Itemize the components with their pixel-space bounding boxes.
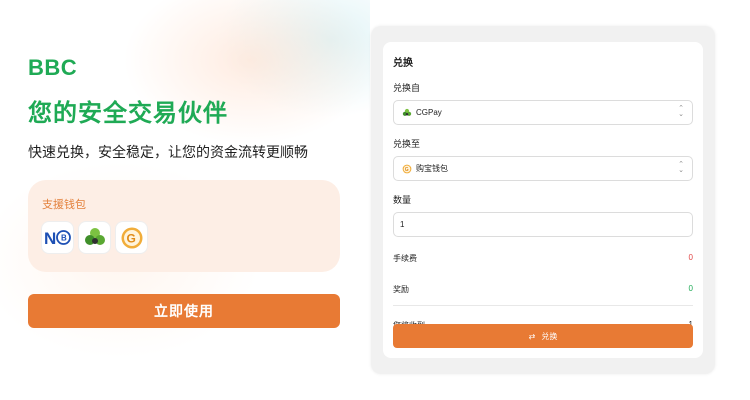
exchange-submit-button[interactable]: ⇄ 兑换	[393, 324, 693, 348]
fee-row: 手续费 0	[393, 253, 693, 264]
reward-value: 0	[688, 284, 693, 293]
cgpay-icon	[402, 108, 412, 116]
exchange-panel: 兑换 兑换自 CGPay ⌃⌄ 兑换至 G 购宝钱包 ⌃⌄ 数量 手	[383, 42, 703, 358]
amount-input[interactable]	[393, 212, 693, 237]
fee-value: 0	[688, 253, 693, 262]
fee-label: 手续费	[393, 254, 417, 263]
swap-arrows-icon: ⇄	[528, 331, 536, 341]
divider	[393, 305, 693, 306]
amount-label: 数量	[393, 195, 412, 205]
to-wallet-value: 购宝钱包	[416, 164, 448, 173]
exchange-submit-label: 兑换	[541, 331, 558, 341]
goubao-icon: G	[116, 222, 147, 253]
to-label: 兑换至	[393, 139, 421, 149]
goubao-icon: G	[402, 164, 412, 173]
reward-row: 奖励 0	[393, 284, 693, 295]
svg-text:G: G	[405, 166, 409, 172]
cgpay-icon	[79, 222, 110, 253]
brand-name: BBC	[28, 55, 78, 80]
from-wallet-select[interactable]: CGPay ⌃ ⌄	[393, 100, 693, 125]
from-label: 兑换自	[393, 83, 421, 93]
exchange-title: 兑换	[393, 58, 413, 69]
svg-text:G: G	[126, 231, 135, 245]
hero-section: BBC 您的安全交易伙伴 快速兑换，安全稳定，让您的资金流转更顺畅 支援钱包 N…	[28, 55, 348, 272]
exchange-panel-frame: 兑换 兑换自 CGPay ⌃⌄ 兑换至 G 购宝钱包 ⌃⌄ 数量 手	[371, 26, 715, 374]
hero-tagline: 您的安全交易伙伴	[28, 100, 228, 127]
to-wallet-select[interactable]: G 购宝钱包 ⌃ ⌄	[393, 156, 693, 181]
from-wallet-value: CGPay	[416, 108, 442, 117]
svg-text:N: N	[44, 229, 56, 247]
chevron-updown-icon: ⌃ ⌄	[678, 161, 684, 174]
chevron-updown-icon: ⌃ ⌄	[678, 105, 684, 118]
svg-text:B: B	[61, 234, 67, 243]
reward-label: 奖励	[393, 285, 409, 294]
hero-subtitle: 快速兑换，安全稳定，让您的资金流转更顺畅	[28, 144, 308, 160]
supported-wallets-title: 支援钱包	[42, 199, 86, 211]
use-now-button[interactable]: 立即使用	[28, 294, 340, 328]
wallet-icon-list: N B G	[42, 222, 326, 253]
supported-wallets-card: 支援钱包 N B G	[28, 180, 340, 272]
nb-wallet-icon: N B	[42, 222, 73, 253]
